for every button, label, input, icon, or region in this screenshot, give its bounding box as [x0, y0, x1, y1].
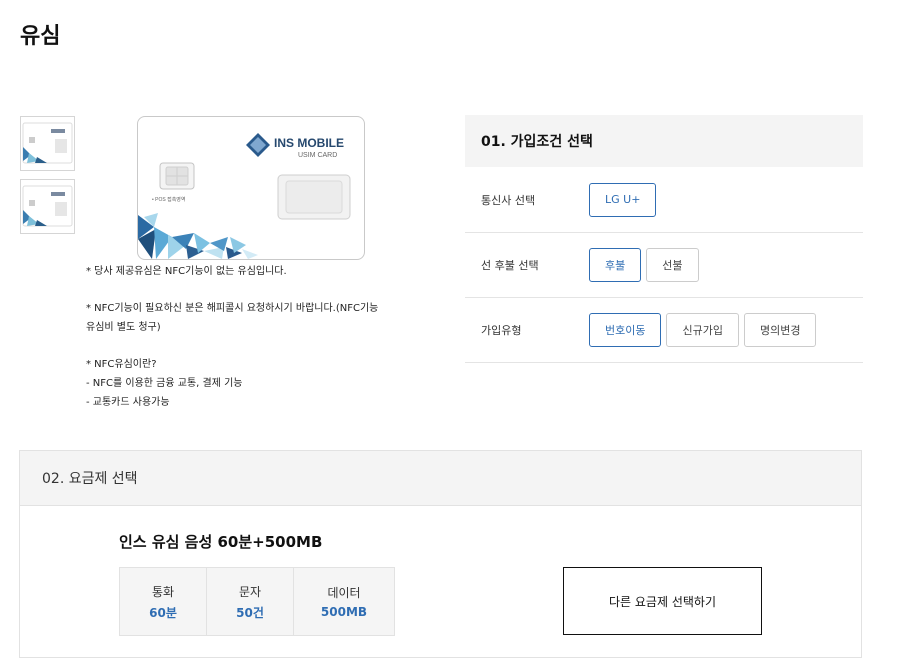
sim-card-thumbnail-image: [22, 122, 73, 164]
select-other-plan-button[interactable]: 다른 요금제 선택하기: [563, 567, 762, 635]
sim-card-thumbnail-image: [22, 185, 73, 227]
plan-item-label: 데이터: [327, 586, 361, 600]
plan-item-label: 문자: [238, 584, 262, 599]
pos-area-label: • POS 접촉영역: [152, 196, 186, 203]
join-type-option-port[interactable]: 번호이동: [589, 313, 662, 347]
plan-item-label: 통화: [151, 584, 175, 599]
card-subtitle: USIM CARD: [298, 152, 337, 159]
payment-option-prepaid[interactable]: 선불: [646, 248, 699, 282]
note-line: * NFC유심이란?: [86, 359, 157, 370]
note-line: * 당사 제공유심은 NFC기능이 없는 유심입니다.: [86, 266, 287, 277]
note-line: * NFC기능이 필요하신 분은 해피콜시 요청하시기 바랍니다.(NFC기능: [86, 303, 379, 314]
product-notes: * 당사 제공유심은 NFC기능이 없는 유심입니다. * NFC기능이 필요하…: [86, 262, 416, 412]
note-line: 유심비 별도 청구): [86, 322, 161, 333]
note-line: - NFC를 이용한 금융 교통, 결제 기능: [86, 378, 243, 389]
subscription-conditions-panel: 01. 가입조건 선택 통신사 선택 LG U+ 선 후불 선택 후불 선불 가…: [465, 115, 863, 363]
plan-name: 인스 유심 음성 60분+500MB: [119, 533, 323, 551]
sim-card-illustration: INS MOBILE USIM CARD • POS 접촉영역: [138, 133, 351, 259]
ins-mobile-logo-icon: [246, 133, 270, 157]
plan-item-value: 500MB: [320, 605, 368, 619]
plan-item-call: 통화 60분: [120, 568, 207, 635]
triangle-pattern-decoration: [138, 213, 258, 259]
join-type-option-new[interactable]: 신규가입: [666, 313, 739, 347]
carrier-label: 통신사 선택: [481, 193, 536, 207]
plan-selection-panel: 02. 요금제 선택 인스 유심 음성 60분+500MB 통화 60분 문자 …: [19, 450, 862, 658]
page-title: 유심: [20, 24, 61, 49]
payment-option-postpaid[interactable]: 후불: [589, 248, 642, 282]
carrier-row: 통신사 선택 LG U+: [465, 167, 863, 233]
join-type-label: 가입유형: [481, 324, 522, 337]
product-thumbnail-1[interactable]: [20, 116, 75, 171]
plan-details-table: 통화 60분 문자 50건 데이터 500MB: [119, 567, 395, 636]
conditions-header: 01. 가입조건 선택: [465, 115, 863, 167]
plan-header: 02. 요금제 선택: [20, 451, 861, 506]
plan-item-value: 60분: [149, 605, 177, 620]
card-brand: INS MOBILE: [274, 136, 344, 150]
carrier-option-lgu[interactable]: LG U+: [589, 182, 657, 217]
payment-row: 선 후불 선택 후불 선불: [465, 233, 863, 298]
plan-item-data: 데이터 500MB: [294, 568, 394, 635]
payment-label: 선 후불 선택: [481, 259, 539, 272]
join-type-option-transfer[interactable]: 명의변경: [743, 313, 817, 347]
plan-item-sms: 문자 50건: [207, 568, 294, 635]
join-type-row: 가입유형 번호이동 신규가입 명의변경: [465, 298, 863, 363]
product-thumbnail-2[interactable]: [20, 179, 75, 234]
note-line: - 교통카드 사용가능: [86, 397, 170, 408]
sim-card-image: INS MOBILE USIM CARD • POS 접촉영역: [137, 116, 365, 260]
plan-item-value: 50건: [236, 605, 264, 620]
